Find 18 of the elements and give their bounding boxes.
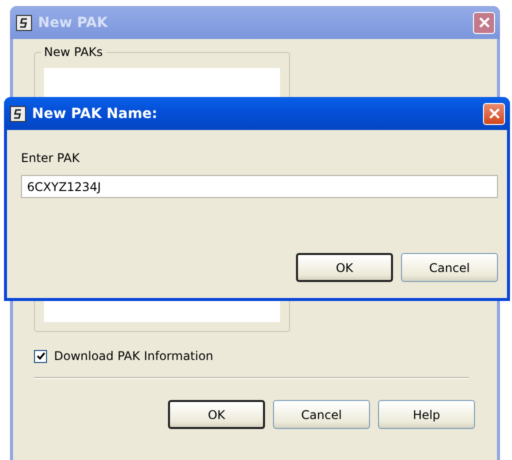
dialog-button[interactable]: Help (378, 400, 475, 429)
dialog-button[interactable]: Cancel (273, 400, 370, 429)
app-icon (16, 14, 32, 30)
close-icon (488, 108, 500, 119)
prompt-label: Enter PAK (21, 151, 81, 165)
close-button[interactable] (473, 12, 495, 34)
close-button[interactable] (483, 102, 505, 124)
group-label: New PAKs (41, 45, 106, 59)
close-icon (478, 17, 490, 28)
window-title: New PAK (38, 14, 109, 30)
dialog-button[interactable]: OK (168, 400, 265, 429)
dialog-button[interactable]: OK (296, 253, 393, 282)
checkbox-label: Download PAK Information (54, 349, 214, 363)
pak-input-field[interactable]: 6CXYZ1234J (21, 175, 498, 198)
dialog-title: New PAK Name: (32, 106, 158, 122)
app-icon (10, 106, 26, 122)
dialog-button[interactable]: Cancel (401, 253, 498, 282)
checkbox[interactable] (34, 350, 47, 362)
